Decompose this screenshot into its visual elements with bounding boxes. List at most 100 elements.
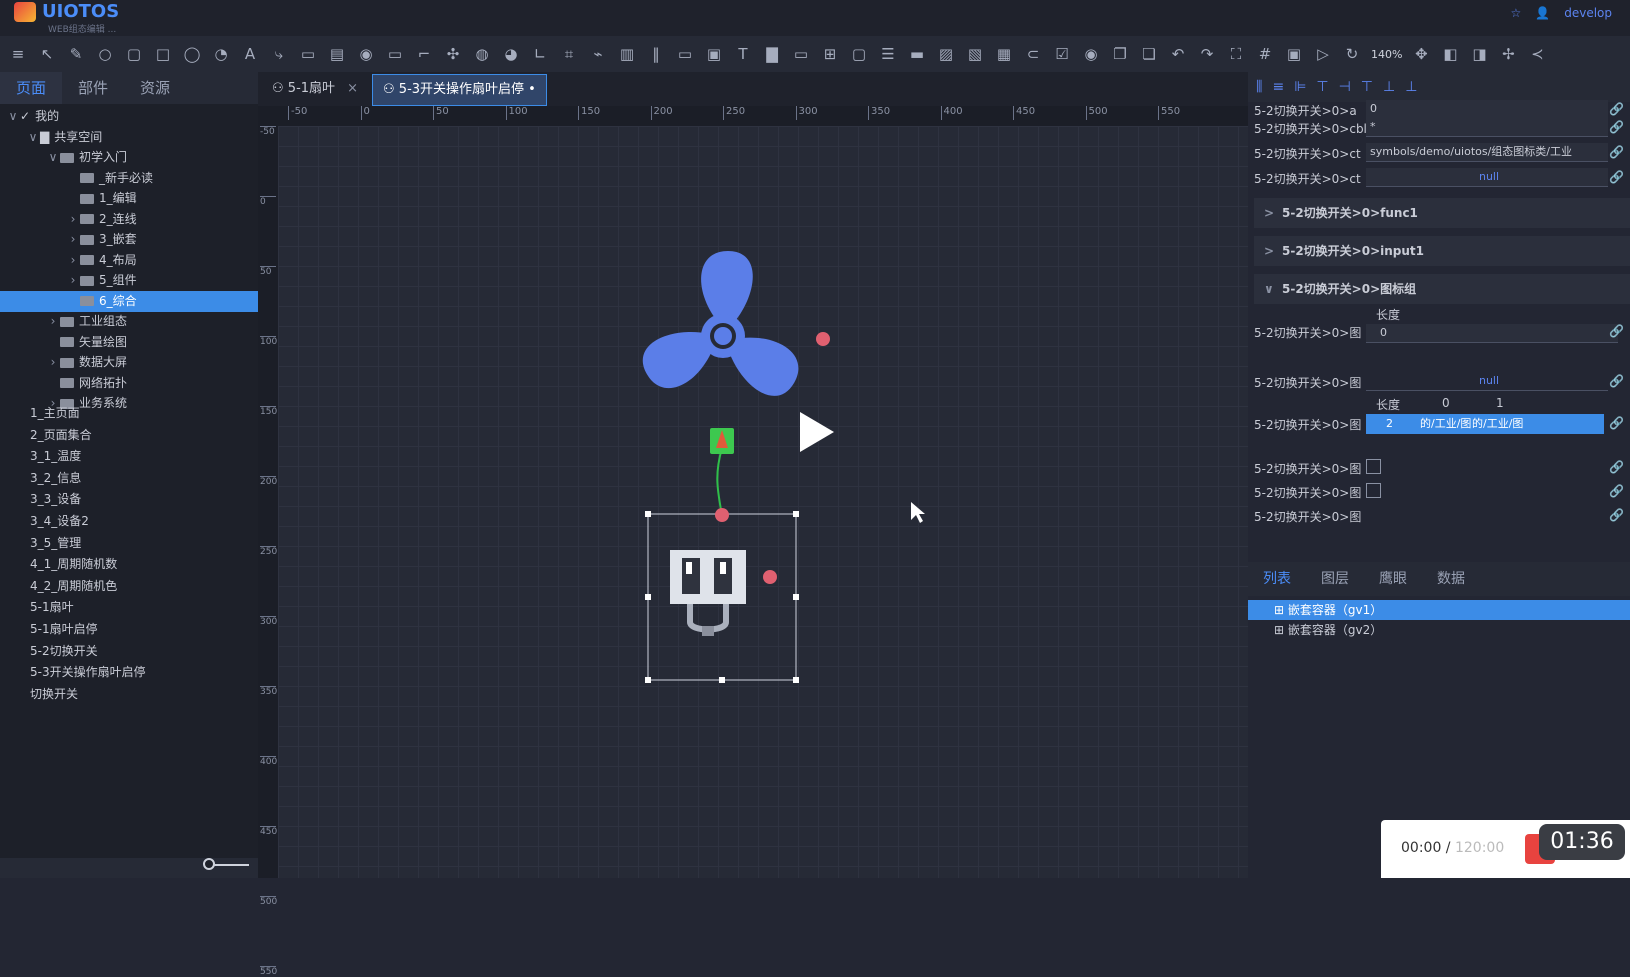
tree-item[interactable]: ∨ 初学入门	[0, 147, 258, 168]
link-icon[interactable]: 🔗	[1609, 374, 1624, 388]
page-item[interactable]: 5-3开关操作扇叶启停	[30, 661, 146, 683]
fan-component[interactable]	[635, 251, 808, 404]
editor-canvas[interactable]	[278, 126, 1248, 878]
section-func1[interactable]: >5-2切换开关>0>func1	[1254, 198, 1630, 228]
share-icon[interactable]: ≺	[1527, 45, 1547, 63]
tree-zoom-knob[interactable]	[203, 858, 215, 870]
monitor-icon[interactable]: ▭	[298, 45, 318, 63]
page-item[interactable]: 5-1扇叶启停	[30, 618, 98, 640]
left-panel-icon[interactable]: ◧	[1440, 45, 1460, 63]
array-cell[interactable]: 的/工业/图	[1472, 414, 1523, 434]
switch-icon[interactable]: ▭	[791, 45, 811, 63]
doc-tab-switch-fan[interactable]: ⚇ 5-3开关操作扇叶启停 •	[372, 74, 547, 106]
tree-item[interactable]: › 工业组态	[0, 311, 258, 332]
checkbox-icon[interactable]: ☑	[1052, 45, 1072, 63]
axis-chart-icon[interactable]: ∟	[530, 45, 550, 63]
page-item[interactable]: 4_1_周期随机数	[30, 553, 117, 575]
tree-item[interactable]: › 2_连线	[0, 209, 258, 230]
page-item[interactable]: 4_2_周期随机色	[30, 575, 117, 597]
rounded-rect-icon[interactable]: ▢	[124, 45, 144, 63]
tree-item[interactable]: ∨ ▇ 共享空间	[0, 127, 258, 148]
frame-icon[interactable]: ⛶	[1226, 45, 1246, 63]
input-box-icon[interactable]: ▭	[675, 45, 695, 63]
user-icon[interactable]: 👤	[1535, 6, 1550, 20]
tree-item[interactable]: 矢量绘图	[0, 332, 258, 353]
chevron-right-icon[interactable]: ›	[46, 311, 60, 332]
link-icon[interactable]: 🔗	[1609, 120, 1624, 134]
align-right-icon[interactable]: ⊣	[1339, 79, 1351, 95]
text-icon[interactable]: A	[240, 45, 260, 63]
fan-anchor-handle[interactable]	[816, 332, 830, 346]
redo-icon[interactable]: ↷	[1197, 45, 1217, 63]
bar-icon[interactable]: ▬	[907, 45, 927, 63]
tab-eagle-eye[interactable]: 鹰眼	[1364, 562, 1422, 596]
window-icon[interactable]: ▢	[849, 45, 869, 63]
section-icon-group[interactable]: ∨ 5-2切换开关>0>图标组	[1254, 274, 1630, 304]
page-item[interactable]: 5-1扇叶	[30, 596, 74, 618]
save-icon[interactable]: ▣	[1284, 45, 1304, 63]
menu-icon[interactable]: ≡	[8, 45, 28, 63]
link-icon[interactable]: 🔗	[1609, 416, 1624, 430]
right-panel-icon[interactable]: ◨	[1469, 45, 1489, 63]
page-item[interactable]: 3_3_设备	[30, 488, 81, 510]
circle-icon[interactable]: ○	[95, 45, 115, 63]
username[interactable]: develop	[1564, 6, 1612, 20]
chevron-right-icon[interactable]: ›	[46, 352, 60, 373]
tab-pages[interactable]: 页面	[0, 72, 62, 104]
array-value-row[interactable]: 2 的/工业/图 的/工业/图	[1366, 414, 1604, 434]
link-icon[interactable]: 🔗	[1609, 145, 1624, 159]
tab-data[interactable]: 数据	[1422, 562, 1480, 596]
list-icon[interactable]: ☰	[878, 45, 898, 63]
layers-icon[interactable]: ❏	[1139, 45, 1159, 63]
page-item[interactable]: 3_5_管理	[30, 532, 81, 554]
select-pointer-icon[interactable]: ↖	[37, 45, 57, 63]
star-icon[interactable]: ☆	[1511, 6, 1522, 20]
app-logo[interactable]: UIOTOS WEB组态编辑 ...	[14, 2, 119, 35]
tree-item[interactable]: 6_综合	[0, 290, 258, 312]
prop-value[interactable]: symbols/demo/uiotos/组态图标类/工业	[1366, 143, 1608, 162]
chevron-right-icon[interactable]: ›	[66, 229, 80, 250]
page-item[interactable]: 切换开关	[30, 683, 78, 705]
array-cell[interactable]: 的/工业/图	[1420, 414, 1471, 434]
link-icon[interactable]: 🔗	[1609, 102, 1624, 116]
pen-icon[interactable]: ✎	[66, 45, 86, 63]
copy-icon[interactable]: ❐	[1110, 45, 1130, 63]
page-item[interactable]: 1_主页面	[30, 402, 80, 424]
align-hcenter-icon[interactable]: ⊤	[1316, 79, 1328, 95]
align-top-icon[interactable]: ⊤	[1361, 79, 1373, 95]
tree-item[interactable]: ∨ ✓ 我的	[0, 106, 258, 127]
move-icon[interactable]: ✥	[1411, 45, 1431, 63]
tab-components[interactable]: 部件	[62, 72, 124, 104]
undo-icon[interactable]: ↶	[1168, 45, 1188, 63]
tab-resources[interactable]: 资源	[124, 72, 186, 104]
page-item[interactable]: 3_4_设备2	[30, 510, 89, 532]
tree-item[interactable]: › 3_嵌套	[0, 229, 258, 250]
chevron-down-icon[interactable]: ∨	[26, 127, 40, 148]
align-vcenter-icon[interactable]: ⊥	[1383, 79, 1395, 95]
tree-item[interactable]: 1_编辑	[0, 188, 258, 209]
arc-icon[interactable]: ◔	[211, 45, 231, 63]
document-icon[interactable]: ▇	[762, 45, 782, 63]
zoom-level[interactable]: 140%	[1371, 48, 1402, 61]
step-line-icon[interactable]: ⌐	[414, 45, 434, 63]
align-distribute-icon[interactable]: ⫼	[1256, 79, 1262, 95]
refresh-icon[interactable]: ↻	[1342, 45, 1362, 63]
chevron-down-icon[interactable]: ∨	[6, 106, 20, 127]
link-icon[interactable]: 🔗	[1609, 460, 1624, 474]
panel-icon[interactable]: ▤	[327, 45, 347, 63]
hash-grid-icon[interactable]: #	[1255, 45, 1275, 63]
text-block-icon[interactable]: T	[733, 45, 753, 63]
link-icon[interactable]: 🔗	[1609, 508, 1624, 522]
align-bottom-icon[interactable]: ⊥	[1405, 79, 1417, 95]
line-chart-icon[interactable]: ⌗	[559, 45, 579, 63]
link-icon[interactable]: 🔗	[1609, 324, 1624, 338]
fullscreen-icon[interactable]: ✢	[1498, 45, 1518, 63]
pie-icon[interactable]: ◕	[501, 45, 521, 63]
chevron-right-icon[interactable]: ›	[66, 250, 80, 271]
prop-select[interactable]: *	[1366, 118, 1608, 137]
prop-checkbox[interactable]	[1366, 483, 1381, 498]
area-chart-icon[interactable]: ⌁	[588, 45, 608, 63]
embed-icon[interactable]: ▧	[965, 45, 985, 63]
toggle-icon[interactable]: ⊂	[1023, 45, 1043, 63]
toggle-switch-component[interactable]	[670, 550, 746, 636]
